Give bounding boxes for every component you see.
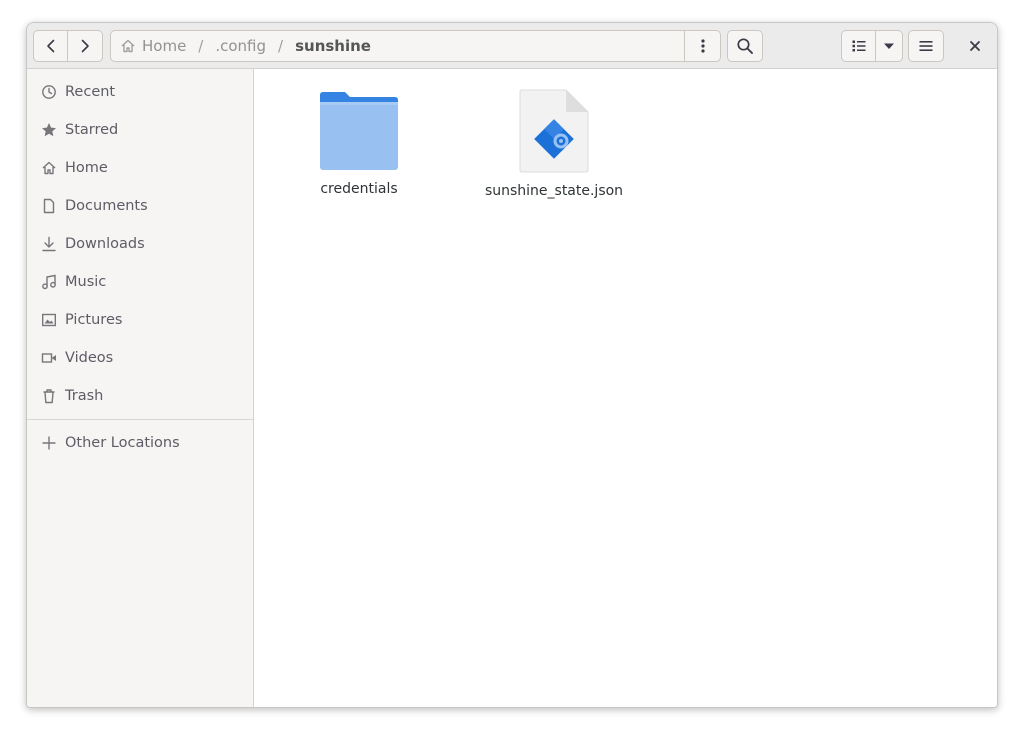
sidebar-item-trash[interactable]: Trash — [27, 377, 253, 415]
sidebar-item-label: Home — [65, 160, 108, 176]
breadcrumb-sunshine[interactable]: sunshine — [295, 37, 371, 55]
triangle-down-icon — [884, 43, 894, 49]
file-view: credentials sunshine_state.json — [254, 69, 997, 707]
sidebar-item-label: Music — [65, 274, 107, 290]
breadcrumb-label: .config — [215, 37, 267, 55]
breadcrumb-home[interactable]: Home — [111, 37, 186, 55]
close-button[interactable] — [959, 30, 991, 62]
search-icon — [737, 38, 753, 54]
plus-icon — [42, 436, 56, 450]
document-icon — [43, 198, 55, 214]
star-icon — [42, 123, 56, 137]
sidebar-item-label: Documents — [65, 198, 148, 214]
sidebar-item-pictures[interactable]: Pictures — [27, 301, 253, 339]
video-icon — [41, 353, 56, 363]
file-item-sunshine-state-json[interactable]: sunshine_state.json — [484, 89, 624, 199]
sidebar-item-label: Downloads — [65, 236, 145, 252]
breadcrumb-label: sunshine — [295, 37, 371, 55]
sidebar-item-label: Videos — [65, 350, 114, 366]
breadcrumb-separator: / — [198, 37, 204, 55]
breadcrumb-separator: / — [278, 37, 284, 55]
forward-button[interactable] — [67, 30, 103, 62]
file-item-credentials[interactable]: credentials — [294, 91, 424, 197]
chevron-left-icon — [46, 39, 54, 53]
sidebar-item-videos[interactable]: Videos — [27, 339, 253, 377]
close-icon — [970, 41, 980, 51]
sidebar-item-label: Trash — [65, 388, 104, 404]
sidebar-divider — [27, 419, 253, 420]
sidebar-item-other-locations[interactable]: Other Locations — [27, 424, 253, 462]
sidebar-item-recent[interactable]: Recent — [27, 73, 253, 111]
clock-icon — [42, 85, 56, 99]
music-icon — [42, 274, 56, 290]
file-name: sunshine_state.json — [484, 183, 624, 199]
download-icon — [42, 236, 56, 252]
chevron-right-icon — [81, 39, 89, 53]
sidebar-item-documents[interactable]: Documents — [27, 187, 253, 225]
vertical-ellipsis-icon — [700, 39, 705, 53]
path-menu-button[interactable] — [684, 31, 720, 61]
home-icon — [42, 161, 56, 175]
back-button[interactable] — [33, 30, 68, 62]
sidebar-item-music[interactable]: Music — [27, 263, 253, 301]
list-view-icon — [852, 40, 865, 52]
home-icon — [121, 39, 135, 53]
sidebar-item-label: Starred — [65, 122, 119, 138]
sidebar-item-label: Pictures — [65, 312, 123, 328]
header-bar: Home / .config / sunshine — [27, 23, 997, 69]
sidebar: Recent Starred Home Documents Downloads … — [27, 69, 254, 707]
json-file-icon — [519, 89, 589, 173]
list-view-button[interactable] — [841, 30, 876, 62]
hamburger-icon — [919, 41, 933, 51]
search-button[interactable] — [727, 30, 763, 62]
path-bar: Home / .config / sunshine — [110, 30, 721, 62]
file-manager-window: Home / .config / sunshine Recent Starred… — [26, 22, 998, 708]
view-options-button[interactable] — [875, 30, 903, 62]
trash-icon — [43, 389, 55, 404]
sidebar-item-label: Recent — [65, 84, 116, 100]
folder-icon — [320, 92, 398, 170]
sidebar-item-label: Other Locations — [65, 435, 180, 451]
picture-icon — [42, 313, 57, 327]
sidebar-item-starred[interactable]: Starred — [27, 111, 253, 149]
file-name: credentials — [320, 181, 398, 197]
main-menu-button[interactable] — [908, 30, 944, 62]
breadcrumb-label: Home — [142, 37, 187, 55]
breadcrumb-config[interactable]: .config — [215, 37, 266, 55]
sidebar-item-home[interactable]: Home — [27, 149, 253, 187]
sidebar-item-downloads[interactable]: Downloads — [27, 225, 253, 263]
